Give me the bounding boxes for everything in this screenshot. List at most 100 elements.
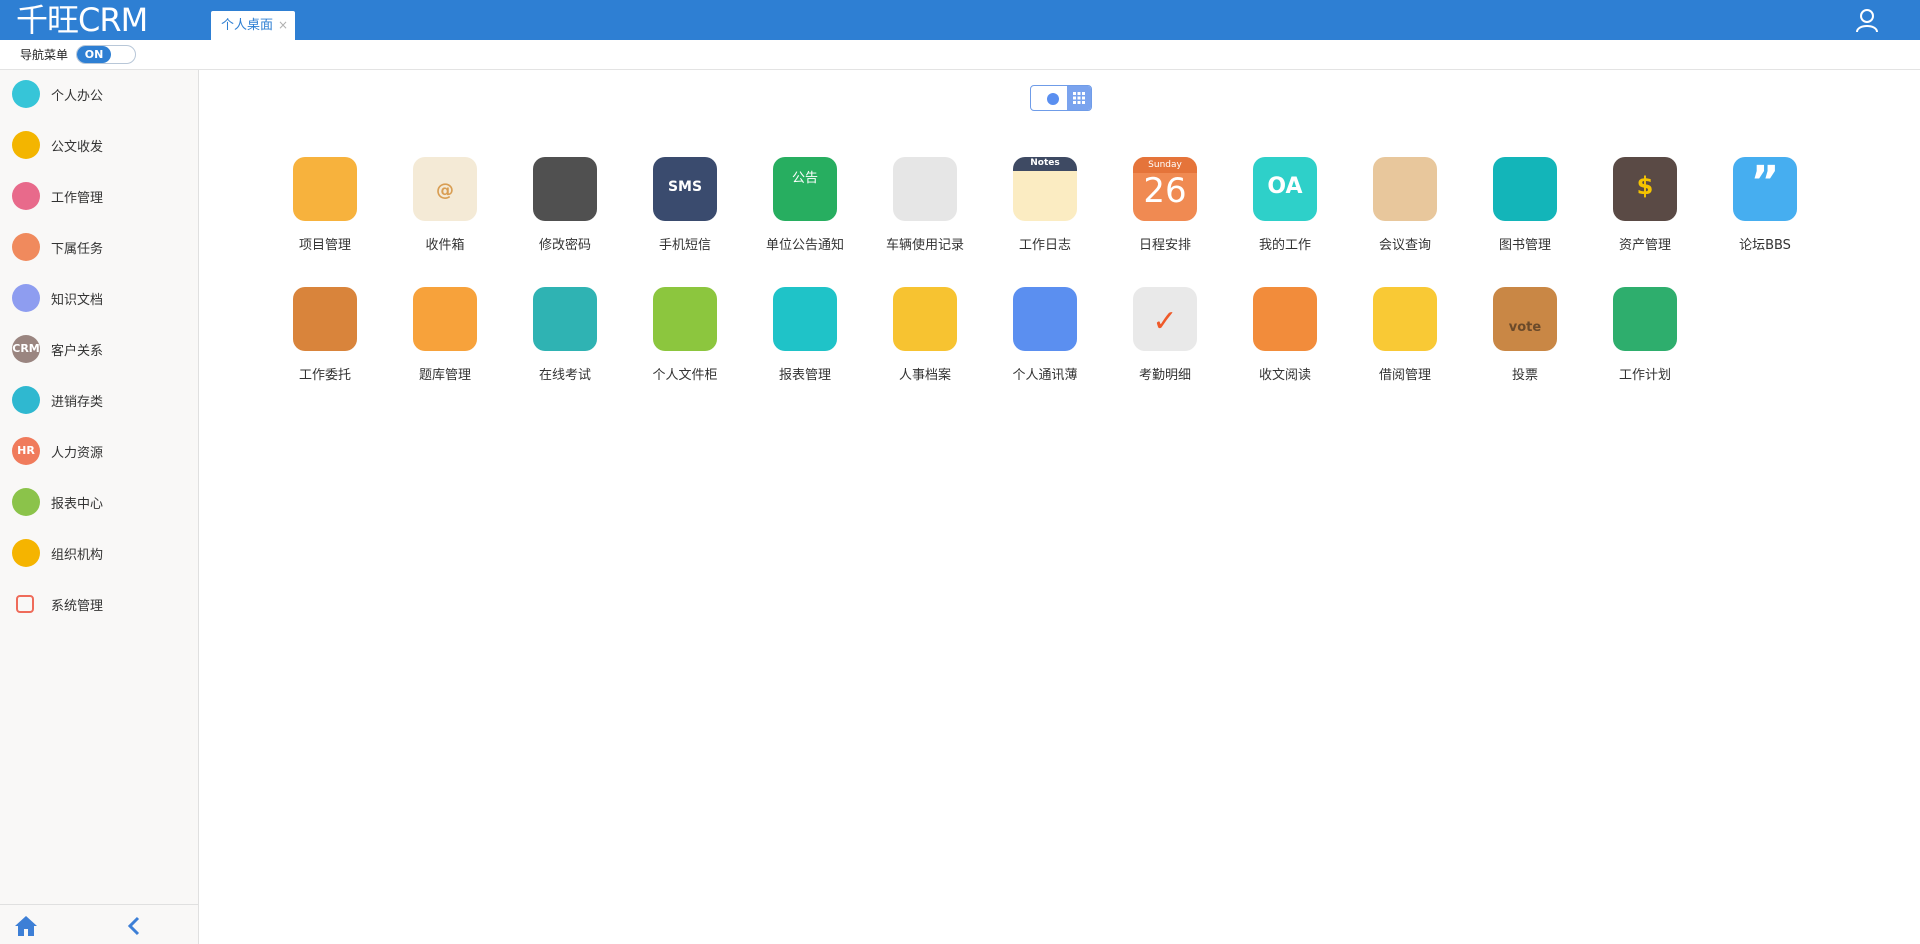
app-tile[interactable]: SMS 手机短信 [630,157,740,267]
nav-menu-label: 导航菜单 [20,48,69,62]
app-label: 单位公告通知 [765,238,844,253]
top-bar: 千旺CRM 个人桌面 × [0,0,1920,40]
app-icon-glyph: 26 [1143,171,1187,211]
sidebar-item-3[interactable]: 工作管理 [0,172,199,223]
app-label: 车辆使用记录 [885,238,964,253]
app-tile[interactable]: 车辆使用记录 [870,157,980,267]
borrow-icon [1373,287,1437,351]
app-tile[interactable]: OA 我的工作 [1230,157,1340,267]
app-tile[interactable]: 收文阅读 [1230,287,1340,397]
nav-menu-switch[interactable]: ON [76,45,136,64]
app-tile[interactable]: 工作委托 [270,287,380,397]
app-icon-glyph: @ [436,180,454,201]
app-tile[interactable]: 借阅管理 [1350,287,1460,397]
sidebar-item-10[interactable]: 组织机构 [0,529,199,580]
app-tile[interactable]: @ 收件箱 [390,157,500,267]
meeting-icon [1373,157,1437,221]
app-label: 会议查询 [1378,238,1431,253]
app-tile[interactable]: 公告 单位公告通知 [750,157,860,267]
sidebar-item-label: 系统管理 [51,599,104,614]
nav-toolbar: 导航菜单 ON [0,40,1920,70]
sidebar-item-label: 知识文档 [51,293,104,308]
app-tile[interactable]: 在线考试 [510,287,620,397]
warehouse-icon [12,386,40,414]
app-label: 考勤明细 [1138,368,1191,383]
sidebar-item-4[interactable]: 下属任务 [0,223,199,274]
app-tile[interactable]: Notes 工作日志 [990,157,1100,267]
app-label: 工作委托 [298,368,351,383]
app-tile[interactable]: ” 论坛BBS [1710,157,1820,267]
sidebar-item-9[interactable]: 报表中心 [0,478,199,529]
app-label: 报表管理 [778,368,831,383]
app-icon-glyph: Notes [1030,158,1060,168]
notice-board-icon: 公告 [773,157,837,221]
sidebar-footer [0,904,199,944]
app-label: 收文阅读 [1258,368,1311,383]
app-icon-glyph: 公告 [791,171,818,186]
app-tile[interactable]: 修改密码 [510,157,620,267]
hr-icon: HR [12,437,40,465]
sidebar-item-label: 公文收发 [51,140,104,155]
grid-view-icon[interactable] [1067,86,1091,110]
app-tile[interactable]: 题库管理 [390,287,500,397]
app-label: 资产管理 [1618,238,1671,253]
envelope-icon: @ [413,157,477,221]
attendance-icon: ✓ [1133,287,1197,351]
user-icon [12,80,40,108]
home-icon[interactable] [14,915,38,937]
app-tile[interactable]: $ 资产管理 [1590,157,1700,267]
document-icon [12,131,40,159]
sidebar-item-1[interactable]: 个人办公 [0,70,199,121]
app-label: 图书管理 [1498,238,1551,253]
sidebar-item-2[interactable]: 公文收发 [0,121,199,172]
chevron-left-icon[interactable] [126,916,142,936]
app-label: 手机短信 [658,238,711,253]
app-icon-glyph: ✓ [1152,304,1178,339]
app-label: 日程安排 [1138,238,1191,253]
app-icon-glyph: vote [1508,320,1542,335]
app-tile[interactable]: 人事档案 [870,287,980,397]
tab-close-icon[interactable]: × [278,11,288,40]
view-toggle[interactable] [1030,85,1092,111]
clock-icon [413,287,477,351]
profile-icon [893,287,957,351]
sidebar-item-label: 进销存类 [51,395,104,410]
sidebar-item-7[interactable]: 进销存类 [0,376,199,427]
contacts-icon [1013,287,1077,351]
app-label: 我的工作 [1258,238,1311,253]
app-icon-glyph: SMS [667,179,703,195]
tab-personal-desktop[interactable]: 个人桌面 × [211,11,295,40]
read-icon [1253,287,1317,351]
sidebar-item-label: 组织机构 [51,548,104,563]
book-icon [1493,157,1557,221]
app-label: 工作计划 [1618,368,1671,383]
sidebar-item-5[interactable]: 知识文档 [0,274,199,325]
delegate-icon [293,287,357,351]
chart-icon [12,488,40,516]
tab-label: 个人桌面 [221,18,274,33]
crm-icon: CRM [12,335,40,363]
app-tile[interactable]: Sunday 26 日程安排 [1110,157,1220,267]
list-view-icon[interactable] [1047,93,1059,105]
sidebar-item-11[interactable]: 系统管理 [0,580,199,631]
app-tile[interactable]: vote 投票 [1470,287,1580,397]
wallet-icon: $ [1613,157,1677,221]
sidebar-item-6[interactable]: CRM 客户关系 [0,325,199,376]
app-tile[interactable]: 报表管理 [750,287,860,397]
gear-icon [533,157,597,221]
app-label: 论坛BBS [1739,238,1791,253]
user-icon[interactable] [1854,7,1880,33]
sidebar-item-8[interactable]: HR 人力资源 [0,427,199,478]
sidebar-item-label: 工作管理 [51,191,104,206]
app-icon-glyph: ” [1750,157,1780,208]
app-tile[interactable]: 图书管理 [1470,157,1580,267]
app-tile[interactable]: 项目管理 [270,157,380,267]
app-tile[interactable]: 个人文件柜 [630,287,740,397]
app-label: 投票 [1511,368,1538,383]
app-tile[interactable]: 工作计划 [1590,287,1700,397]
book-icon [12,284,40,312]
app-tile[interactable]: 会议查询 [1350,157,1460,267]
app-tile[interactable]: 个人通讯薄 [990,287,1100,397]
app-tile[interactable]: ✓ 考勤明细 [1110,287,1220,397]
app-label: 个人通讯薄 [1012,368,1078,383]
